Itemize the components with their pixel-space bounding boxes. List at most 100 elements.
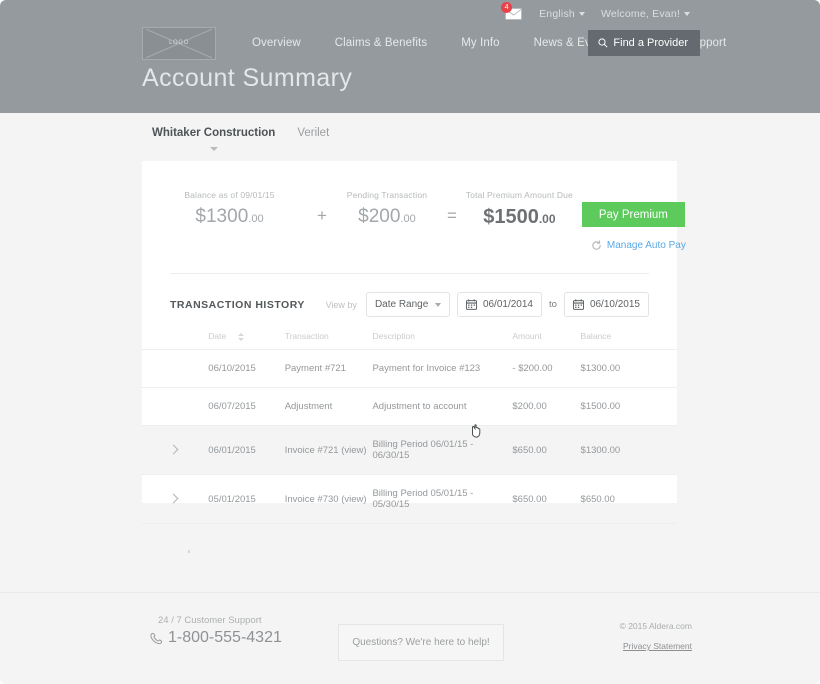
- table-header-row: Date Transaction Description Amount Bala…: [142, 331, 677, 350]
- balance-label: Balance as of 09/01/15: [184, 190, 275, 200]
- app-page: 4 English Welcome, Evan! LOGO Overview C…: [0, 0, 820, 684]
- nav-item-claims-benefits[interactable]: Claims & Benefits: [335, 37, 427, 49]
- nav-item-overview[interactable]: Overview: [252, 37, 301, 49]
- expand-row-button[interactable]: [142, 474, 209, 524]
- tab-label: Verilet: [297, 127, 330, 139]
- date-from-value: 06/01/2014: [482, 299, 533, 310]
- find-a-provider-button[interactable]: Find a Provider: [588, 30, 700, 56]
- support-phone[interactable]: 1-800-555-4321: [150, 629, 282, 647]
- cell-amount: $650.00: [512, 474, 581, 524]
- total-due-block: Total Premium Amount Due $1500.00: [457, 190, 582, 229]
- nav-item-my-info[interactable]: My Info: [461, 37, 499, 49]
- col-date-label: Date: [208, 331, 227, 341]
- col-amount: Amount: [512, 331, 581, 350]
- transaction-table-head: Date Transaction Description Amount Bala…: [142, 331, 677, 350]
- chevron-right-icon: [168, 444, 179, 454]
- calendar-icon: [465, 299, 477, 310]
- total-due-label: Total Premium Amount Due: [465, 190, 573, 200]
- privacy-statement-link[interactable]: Privacy Statement: [620, 641, 692, 651]
- chevron-down-icon: [684, 12, 690, 17]
- account-tabs: Whitaker Construction Verilet: [152, 127, 329, 151]
- manage-auto-pay-label: Manage Auto Pay: [606, 240, 686, 251]
- primary-nav-row: LOGO Overview Claims & Benefits My Info …: [142, 26, 726, 60]
- sort-icon[interactable]: [237, 332, 244, 341]
- transaction-history-toolbar: TRANSACTION HISTORY View by Date Range 0…: [142, 274, 677, 317]
- col-description: Description: [372, 331, 513, 350]
- cell-transaction: Payment #721: [284, 349, 373, 388]
- cell-date: 06/07/2015: [208, 387, 285, 426]
- table-row[interactable]: 06/07/2015 Adjustment Adjustment to accoun…: [142, 387, 677, 426]
- support-phone-number: 1-800-555-4321: [168, 629, 282, 646]
- pending-label: Pending Transaction: [346, 190, 428, 200]
- col-date[interactable]: Date: [208, 331, 285, 350]
- cell-date: 06/10/2015: [208, 349, 285, 388]
- table-row[interactable]: 06/10/2015 Payment #721 Payment for Invoic…: [142, 349, 677, 388]
- calendar-icon: [572, 299, 584, 310]
- cell-balance: $1300.00: [580, 349, 677, 388]
- cell-transaction-link[interactable]: Invoice #730 (view): [284, 474, 373, 524]
- date-to-input[interactable]: 06/10/2015: [563, 292, 649, 317]
- view-by-label: View by: [325, 299, 357, 310]
- balance-dollars: $1300: [195, 206, 249, 227]
- page-artifact: [188, 550, 190, 553]
- user-menu-label: Welcome, Evan!: [600, 8, 680, 20]
- cell-description: Billing Period 06/01/15 - 06/30/15: [372, 425, 513, 475]
- balance-amount: $1300.00: [142, 206, 317, 228]
- chevron-down-icon: [578, 12, 585, 17]
- total-dollars: $1500: [483, 206, 539, 228]
- date-from-input[interactable]: 06/01/2014: [456, 292, 542, 317]
- balance-cents: .00: [248, 213, 264, 225]
- pay-premium-button[interactable]: Pay Premium: [581, 202, 685, 227]
- phone-icon: [150, 632, 163, 644]
- search-icon: [598, 38, 608, 48]
- cell-amount: - $200.00: [512, 349, 581, 388]
- pending-amount: $200.00: [327, 206, 447, 228]
- col-transaction: Transaction: [284, 331, 373, 350]
- cell-date: 05/01/2015: [208, 474, 285, 524]
- help-cta-button[interactable]: Questions? We're here to help!: [338, 624, 504, 661]
- table-row[interactable]: 05/01/2015 Invoice #730 (view) Billing Per…: [142, 474, 677, 524]
- pending-block: Pending Transaction $200.00: [327, 190, 447, 228]
- copyright-text: © 2015 Aldera.com: [619, 621, 692, 631]
- row-expand-spacer: [142, 349, 209, 388]
- view-by-value: Date Range: [374, 299, 429, 310]
- cell-description: Billing Period 05/01/15 - 05/30/15: [372, 474, 513, 524]
- transaction-history-controls: View by Date Range 06/01/2014 to 06/10/2…: [326, 292, 649, 317]
- tab-verilet[interactable]: Verilet: [297, 127, 329, 141]
- transaction-history-title: TRANSACTION HISTORY: [170, 298, 305, 311]
- manage-auto-pay-link[interactable]: Manage Auto Pay: [582, 240, 686, 251]
- site-header: 4 English Welcome, Evan! LOGO Overview C…: [0, 0, 820, 113]
- legal-block: © 2015 Aldera.com Privacy Statement: [620, 621, 692, 651]
- cell-balance: $1500.00: [580, 387, 677, 426]
- utility-bar: 4 English Welcome, Evan!: [501, 2, 690, 23]
- logo-text: LOGO: [169, 40, 189, 46]
- pending-cents: .00: [400, 213, 416, 225]
- expand-row-button[interactable]: [142, 425, 209, 475]
- user-menu[interactable]: Welcome, Evan!: [601, 8, 690, 20]
- col-expand: [142, 331, 209, 350]
- page-title: Account Summary: [142, 64, 353, 92]
- messages-button[interactable]: 4: [501, 2, 523, 22]
- language-selector[interactable]: English: [539, 8, 585, 20]
- row-expand-spacer: [142, 387, 209, 426]
- transaction-table: Date Transaction Description Amount Bala…: [142, 331, 677, 524]
- tab-label: Whitaker Construction: [152, 127, 276, 139]
- operator-equals: =: [446, 206, 457, 225]
- chevron-down-icon: [434, 302, 441, 307]
- transaction-table-body: 06/10/2015 Payment #721 Payment for Invoic…: [142, 349, 677, 524]
- cell-date: 06/01/2015: [208, 425, 285, 475]
- refresh-icon: [592, 240, 601, 250]
- col-balance: Balance: [580, 331, 677, 350]
- tab-whitaker-construction[interactable]: Whitaker Construction: [152, 127, 276, 151]
- total-due-amount: $1500.00: [457, 206, 582, 229]
- view-by-select[interactable]: Date Range: [365, 292, 450, 317]
- logo[interactable]: LOGO: [142, 26, 216, 60]
- chevron-down-icon: [209, 147, 218, 151]
- cell-description: Payment for Invoice #123: [372, 349, 513, 388]
- cell-transaction-link[interactable]: Invoice #721 (view): [284, 425, 373, 475]
- balance-block: Balance as of 09/01/15 $1300.00: [142, 190, 317, 228]
- account-summary-card: Balance as of 09/01/15 $1300.00 + Pendin…: [142, 161, 686, 524]
- cell-description: Adjustment to account: [372, 387, 513, 426]
- payment-actions: Pay Premium Manage Auto Pay: [581, 202, 686, 251]
- table-row[interactable]: 06/01/2015 Invoice #721 (view) Billing Per…: [142, 425, 677, 475]
